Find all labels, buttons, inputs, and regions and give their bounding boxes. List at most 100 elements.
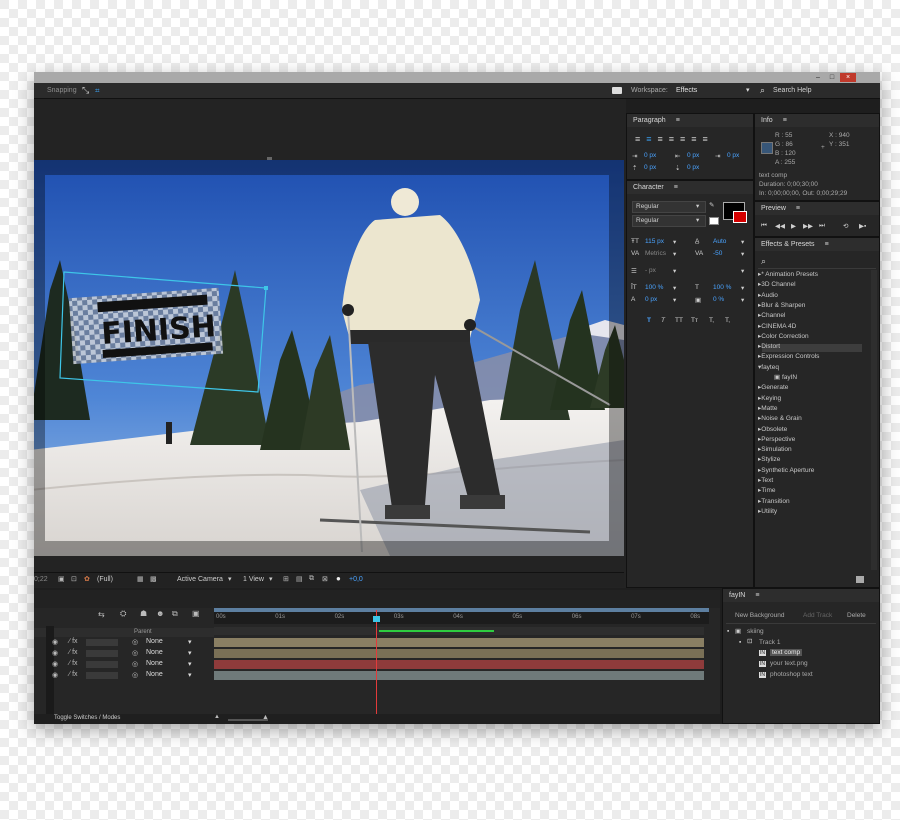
chevron-down-icon[interactable]: ▾ — [188, 660, 192, 668]
baseline-input[interactable]: 0 px — [645, 296, 657, 303]
new-panel-icon[interactable] — [856, 576, 864, 583]
parent-select[interactable]: None — [146, 638, 163, 645]
exposure-value[interactable]: +0,0 — [349, 576, 363, 583]
chevron-down-icon[interactable]: ▾ — [673, 250, 676, 258]
tracking-input[interactable]: -50 — [713, 250, 722, 257]
chevron-down-icon[interactable]: ▾ — [673, 267, 676, 275]
switch-boxes[interactable] — [86, 661, 118, 668]
delete-button[interactable]: Delete — [847, 612, 866, 619]
font-size-input[interactable]: 115 px — [645, 238, 664, 245]
eye-icon[interactable]: ◉ — [52, 638, 58, 646]
indent-right-input[interactable]: 0 px — [687, 152, 699, 159]
share-icon[interactable]: ⊠ — [322, 575, 328, 583]
toggle-switches-modes[interactable]: Toggle Switches / Modes — [54, 715, 120, 721]
parent-select[interactable]: None — [146, 660, 163, 667]
ram-preview-icon[interactable]: ▶▪ — [859, 222, 866, 230]
search-icon[interactable]: ⇆ — [98, 610, 105, 619]
tree-item-text-comp[interactable]: text comp — [770, 649, 803, 656]
small-caps-button[interactable]: Tт — [691, 317, 698, 324]
effect-category-item[interactable]: ▸Perspective — [758, 435, 795, 443]
chevron-down-icon[interactable]: ▾ — [673, 238, 676, 246]
effect-category-item[interactable]: ▸Transition — [758, 497, 790, 505]
effect-category-item[interactable]: ▸Time — [758, 486, 775, 494]
current-time-indicator[interactable] — [376, 610, 377, 714]
effect-category-item[interactable]: ▸Audio — [758, 291, 778, 299]
work-area-bar[interactable] — [214, 608, 709, 612]
switch-boxes[interactable] — [86, 639, 118, 646]
parent-select[interactable]: None — [146, 671, 163, 678]
eyedropper-icon[interactable]: ✎ — [709, 201, 714, 209]
zoom-in-icon[interactable]: ▲ — [262, 714, 269, 721]
chevron-down-icon[interactable]: ▾ — [741, 267, 744, 275]
hide-shy-icon[interactable]: ☻ — [156, 609, 164, 618]
effect-category-item[interactable]: ▸Synthetic Aperture — [758, 466, 814, 474]
chevron-down-icon[interactable]: ▾ — [746, 86, 750, 94]
timeline-icon[interactable]: ▤ — [296, 575, 303, 583]
layer-bar[interactable] — [214, 649, 704, 658]
chevron-down-icon[interactable]: ▾ — [269, 575, 273, 583]
fx-switch[interactable]: ∕ fx — [69, 660, 78, 667]
maximize-button[interactable]: □ — [826, 73, 838, 82]
subscript-button[interactable]: T, — [725, 317, 730, 324]
scrollbar[interactable] — [871, 270, 877, 570]
reset-exposure-icon[interactable]: ● — [336, 574, 341, 583]
graph-editor-icon[interactable]: ▣ — [192, 609, 200, 618]
transparency-grid-icon[interactable]: ▩ — [150, 575, 157, 583]
search-help-input[interactable]: Search Help — [773, 87, 812, 94]
effect-category-item[interactable]: ▸Expression Controls — [758, 352, 819, 360]
chevron-down-icon[interactable]: ▾ — [741, 296, 744, 304]
effect-category-item[interactable]: ▸Stylize — [758, 455, 780, 463]
layer-row[interactable]: ◉ ∕ fx ◎ None ▾ — [34, 671, 214, 681]
loop-icon[interactable]: ⟲ — [843, 222, 848, 230]
layer-row[interactable]: ◉ ∕ fx ◎ None ▾ — [34, 660, 214, 670]
workspace-select[interactable]: Effects — [676, 87, 697, 94]
white-swatch[interactable] — [709, 217, 719, 225]
switch-boxes[interactable] — [86, 650, 118, 657]
effect-category-item[interactable]: ▸Simulation — [758, 445, 792, 453]
tree-item-your-text[interactable]: your text.png — [770, 660, 808, 667]
faux-italic-button[interactable]: T — [661, 317, 665, 324]
next-frame-icon[interactable]: ▶▶ — [803, 222, 813, 230]
effect-category-item[interactable]: ▸Obsolete — [758, 425, 787, 433]
collapse-icon[interactable]: ▪ — [727, 628, 729, 635]
draft-3d-icon[interactable]: ☗ — [140, 609, 147, 618]
indent-left-input[interactable]: 0 px — [644, 152, 656, 159]
leading-input[interactable]: Auto — [713, 238, 726, 245]
layer-row[interactable]: ◉ ∕ fx ◎ None ▾ — [34, 638, 214, 648]
search-icon[interactable]: ⌕ — [760, 85, 765, 96]
faux-bold-button[interactable]: T — [647, 317, 651, 324]
tree-item-photoshop-text[interactable]: photoshop text — [770, 671, 813, 678]
effect-category-item[interactable]: ▸CINEMA 4D — [758, 322, 796, 330]
effect-category-item[interactable]: ▸Color Correction — [758, 332, 809, 340]
add-track-button[interactable]: Add Track — [803, 612, 832, 619]
region-icon[interactable]: ▦ — [137, 575, 144, 583]
snapshot-icon[interactable]: ▣ — [58, 575, 65, 583]
search-icon[interactable]: ⌕ — [761, 256, 766, 267]
effect-category-item[interactable]: ▸Keying — [758, 394, 781, 402]
effect-category-item[interactable]: ▸Matte — [758, 404, 778, 412]
effect-category-item[interactable]: ▸Noise & Grain — [758, 414, 802, 422]
new-background-button[interactable]: New Background — [735, 612, 785, 619]
frame-blending-icon[interactable]: ⧉ — [172, 609, 178, 619]
timecode-display[interactable]: 0;22 — [34, 576, 48, 583]
space-before-input[interactable]: 0 px — [644, 164, 656, 171]
layer-bar[interactable] — [214, 660, 704, 669]
last-frame-icon[interactable]: ⏭ — [819, 222, 825, 230]
first-frame-icon[interactable]: ⏮ — [761, 222, 767, 230]
effect-category-item[interactable]: ▸3D Channel — [758, 280, 796, 288]
kerning-input[interactable]: Metrics — [645, 250, 666, 257]
switch-boxes[interactable] — [86, 672, 118, 679]
effect-category-item[interactable]: ▾fayteq — [758, 363, 779, 371]
all-caps-button[interactable]: TT — [675, 317, 683, 324]
zoom-out-icon[interactable]: ▲ — [214, 714, 220, 720]
layer-bar[interactable] — [214, 671, 704, 680]
effect-category-item[interactable]: ▸* Animation Presets — [758, 270, 818, 278]
stroke-color-swatch[interactable] — [733, 211, 747, 223]
chevron-down-icon[interactable]: ▾ — [741, 238, 744, 246]
effect-category-item[interactable]: ▸Channel — [758, 311, 785, 319]
effect-category-item[interactable]: ▣ fayIN — [774, 373, 797, 381]
parent-select[interactable]: None — [146, 649, 163, 656]
font-family-select[interactable]: Regular ▾ — [632, 201, 706, 213]
align-buttons[interactable]: ≡≡≡≡≡≡≡ — [635, 134, 714, 144]
chevron-down-icon[interactable]: ▾ — [673, 284, 676, 292]
